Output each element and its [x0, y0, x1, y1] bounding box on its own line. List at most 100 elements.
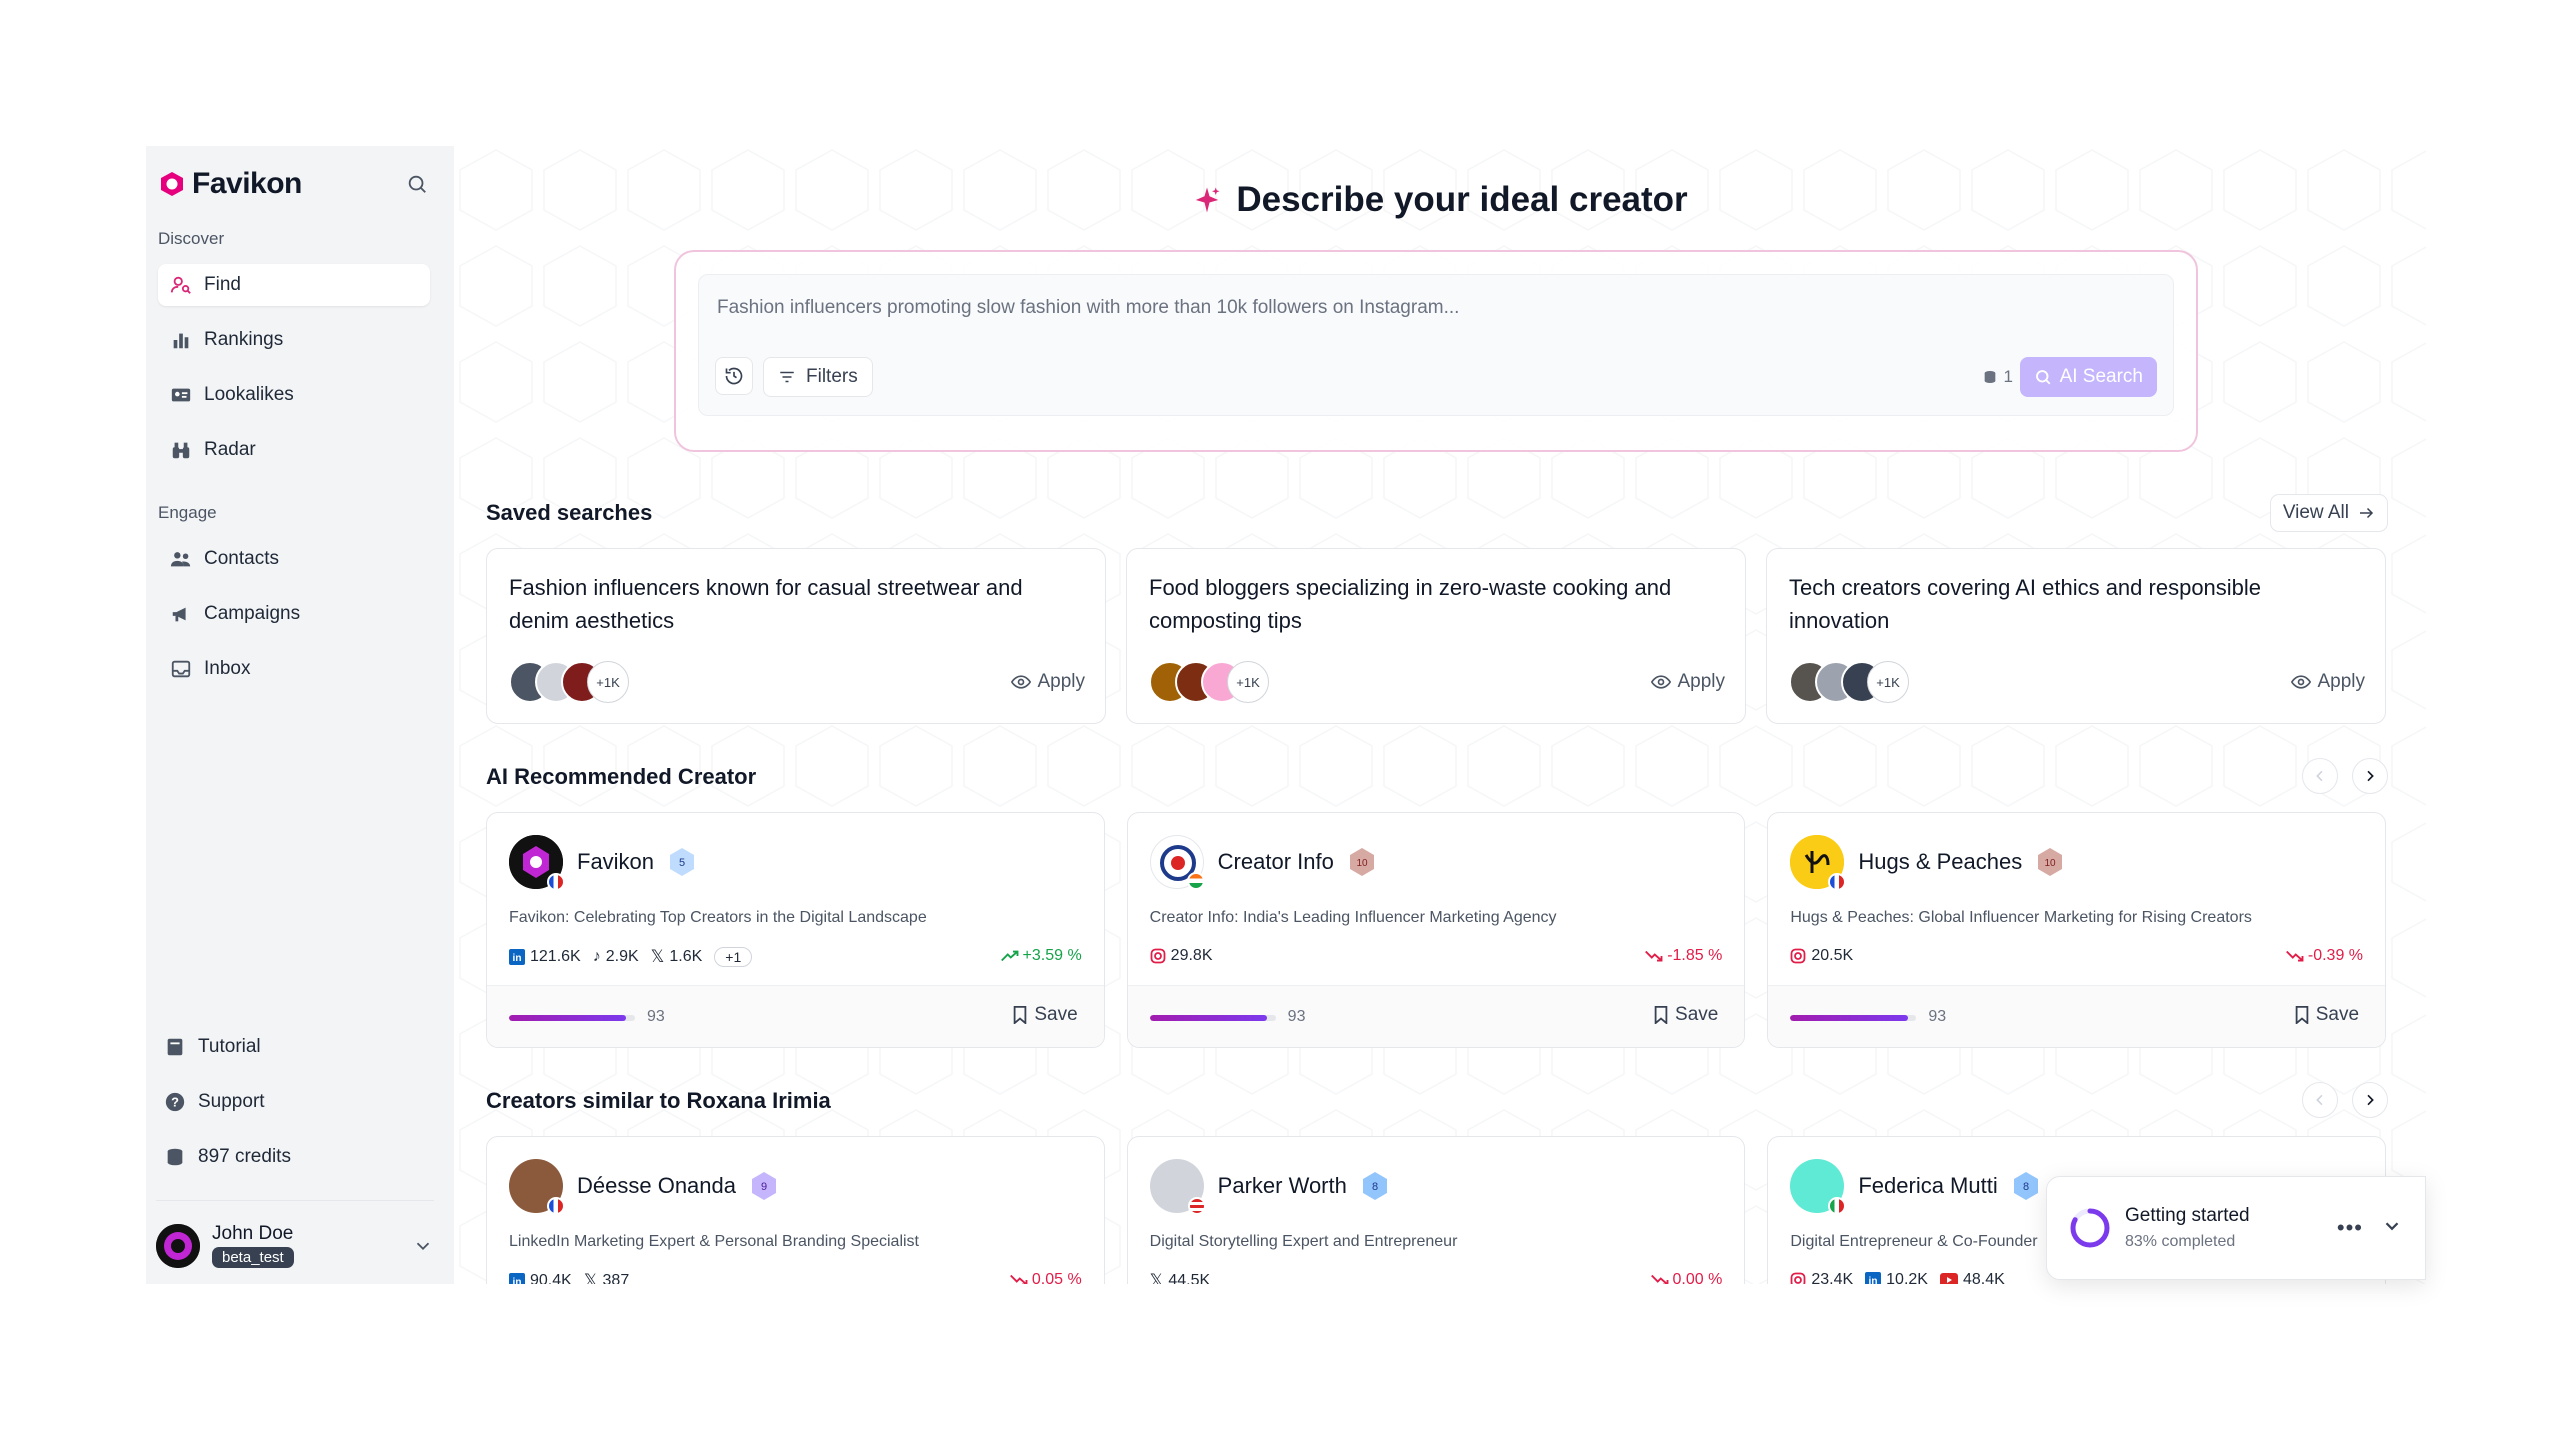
history-icon	[725, 367, 743, 385]
creator-card[interactable]: Parker Worth 8 Digital Storytelling Expe…	[1126, 1136, 1746, 1284]
creator-card[interactable]: Déesse Onanda 9 LinkedIn Marketing Exper…	[486, 1136, 1105, 1284]
chevron-down-icon[interactable]	[412, 1235, 434, 1257]
user-badge: beta_test	[212, 1247, 294, 1268]
sidebar-item-find[interactable]: Find	[158, 264, 430, 306]
sidebar-item-contacts[interactable]: Contacts	[158, 538, 430, 580]
help-icon: ?	[165, 1092, 185, 1112]
stat-value: 23.4K	[1811, 1271, 1854, 1284]
inbox-icon	[171, 660, 191, 678]
creator-stats: 29.8K	[1150, 947, 1213, 965]
stat-value: 2.9K	[605, 948, 639, 965]
user-search-icon	[170, 276, 191, 294]
saved-search-card[interactable]: Fashion influencers known for casual str…	[486, 548, 1106, 724]
coins-icon	[1984, 371, 1995, 383]
search-button[interactable]	[400, 167, 434, 201]
apply-button[interactable]: Apply	[1651, 671, 1725, 693]
save-button[interactable]: Save	[1653, 1004, 1718, 1026]
save-label: Save	[2315, 1004, 2360, 1025]
stat-value: 1.6K	[669, 948, 703, 965]
avatar	[1149, 1159, 1206, 1215]
sidebar-item-inbox[interactable]: Inbox	[158, 648, 430, 690]
sidebar-item-label: Rankings	[204, 329, 284, 350]
creator-stats: 23.4K in 10.2K 48.4K	[1790, 1271, 2005, 1284]
ai-search-button[interactable]: AI Search	[2019, 357, 2157, 397]
sidebar-item-label: 897 credits	[198, 1146, 291, 1167]
ai-search-label: AI Search	[2059, 366, 2143, 387]
stat-value: 20.5K	[1811, 947, 1854, 964]
saved-searches-list: Fashion influencers known for casual str…	[486, 548, 2386, 724]
save-button[interactable]: Save	[1012, 1004, 1078, 1026]
sidebar-item-credits[interactable]: 897 credits	[152, 1136, 430, 1178]
page-title-text: Describe your ideal creator	[1236, 180, 1688, 219]
logo[interactable]: Favikon	[158, 167, 302, 201]
coins-icon	[167, 1148, 183, 1166]
saved-search-card[interactable]: Tech creators covering AI ethics and res…	[1766, 548, 2386, 724]
binoculars-icon	[172, 442, 190, 459]
similar-carousel-nav	[2302, 1082, 2388, 1118]
arrow-right-icon	[2360, 507, 2374, 519]
search-input[interactable]: Fashion influencers promoting slow fashi…	[717, 297, 1459, 319]
saved-search-text: Fashion influencers known for casual str…	[509, 575, 1023, 633]
recommended-carousel-nav	[2302, 758, 2388, 794]
filters-button[interactable]: Filters	[763, 357, 873, 397]
carousel-prev-button[interactable]	[2302, 1082, 2338, 1118]
user-menu[interactable]: John Doe beta_test	[156, 1200, 434, 1276]
sidebar-item-lookalikes[interactable]: Lookalikes	[158, 374, 430, 416]
creator-card[interactable]: Creator Info 10 Creator Info: India's Le…	[1126, 812, 1746, 1048]
creator-header: Creator Info 10	[1149, 835, 1376, 890]
carousel-next-button[interactable]	[2352, 1082, 2388, 1118]
avatar	[509, 1159, 565, 1215]
svg-text:8: 8	[1372, 1181, 1378, 1193]
recommended-list: Favikon 5 Favikon: Celebrating Top Creat…	[486, 812, 2387, 1048]
sidebar-item-campaigns[interactable]: Campaigns	[158, 593, 430, 635]
more-platforms-badge[interactable]: +1	[714, 947, 753, 967]
growth-value: -1.85 %	[1667, 947, 1723, 964]
flag-us-icon	[1187, 1197, 1206, 1215]
nav-heading-engage: Engage	[158, 503, 217, 522]
megaphone-icon	[172, 607, 186, 622]
filters-label: Filters	[806, 366, 858, 387]
sidebar-item-support[interactable]: ? Support	[152, 1081, 430, 1123]
avatar-more-count: +1K	[1227, 661, 1269, 703]
nav-discover: Discover Find Rankings Lookalikes Radar	[158, 226, 430, 484]
chevron-down-icon[interactable]	[2381, 1215, 2403, 1237]
instagram-icon	[1150, 948, 1166, 964]
saved-search-text: Food bloggers specializing in zero-waste…	[1149, 575, 1672, 633]
svg-text:in: in	[513, 1277, 522, 1284]
chevron-right-icon	[2367, 1094, 2374, 1106]
history-button[interactable]	[715, 357, 753, 395]
sidebar-item-label: Radar	[204, 439, 256, 460]
toast-subtitle: 83% completed	[2125, 1233, 2236, 1250]
trend-down-icon	[2285, 950, 2304, 962]
sidebar-item-tutorial[interactable]: Tutorial	[152, 1026, 430, 1068]
creator-card[interactable]: Hugs & Peaches 10 Hugs & Peaches: Global…	[1767, 812, 2387, 1048]
carousel-next-button[interactable]	[2352, 758, 2388, 794]
creator-card[interactable]: Favikon 5 Favikon: Celebrating Top Creat…	[486, 812, 1105, 1048]
sidebar-item-radar[interactable]: Radar	[158, 429, 430, 471]
stat-instagram: 20.5K	[1790, 947, 1853, 965]
saved-search-card[interactable]: Food bloggers specializing in zero-waste…	[1126, 548, 1746, 724]
creator-card-footer: 93 Save	[1768, 985, 2386, 1047]
stat-instagram: 23.4K	[1790, 1271, 1853, 1284]
more-options-icon[interactable]: •••	[2337, 1215, 2363, 1241]
carousel-prev-button[interactable]	[2302, 758, 2338, 794]
save-button[interactable]: Save	[2294, 1004, 2359, 1026]
view-all-button[interactable]: View All	[2269, 494, 2388, 532]
sidebar-item-rankings[interactable]: Rankings	[158, 319, 430, 361]
score-bar	[509, 1015, 635, 1021]
apply-button[interactable]: Apply	[1011, 671, 1085, 693]
creator-header: Hugs & Peaches 10	[1790, 835, 2064, 891]
chevron-left-icon	[2316, 1094, 2323, 1106]
sidebar-header: Favikon	[158, 160, 434, 208]
eye-icon	[2291, 675, 2312, 689]
search-box[interactable]: Fashion influencers promoting slow fashi…	[698, 274, 2174, 416]
level-badge-icon: 8	[2013, 1172, 2038, 1200]
flag-in-icon	[1186, 872, 1205, 890]
apply-button[interactable]: Apply	[2291, 671, 2365, 693]
chevron-left-icon	[2316, 770, 2323, 782]
eye-icon	[1011, 675, 1032, 689]
creator-stats: in 90.4K 𝕏 387	[509, 1271, 629, 1284]
getting-started-toast[interactable]: Getting started 83% completed •••	[2046, 1176, 2426, 1280]
saved-search-text: Tech creators covering AI ethics and res…	[1789, 575, 2262, 633]
stat-value: 29.8K	[1170, 947, 1213, 964]
